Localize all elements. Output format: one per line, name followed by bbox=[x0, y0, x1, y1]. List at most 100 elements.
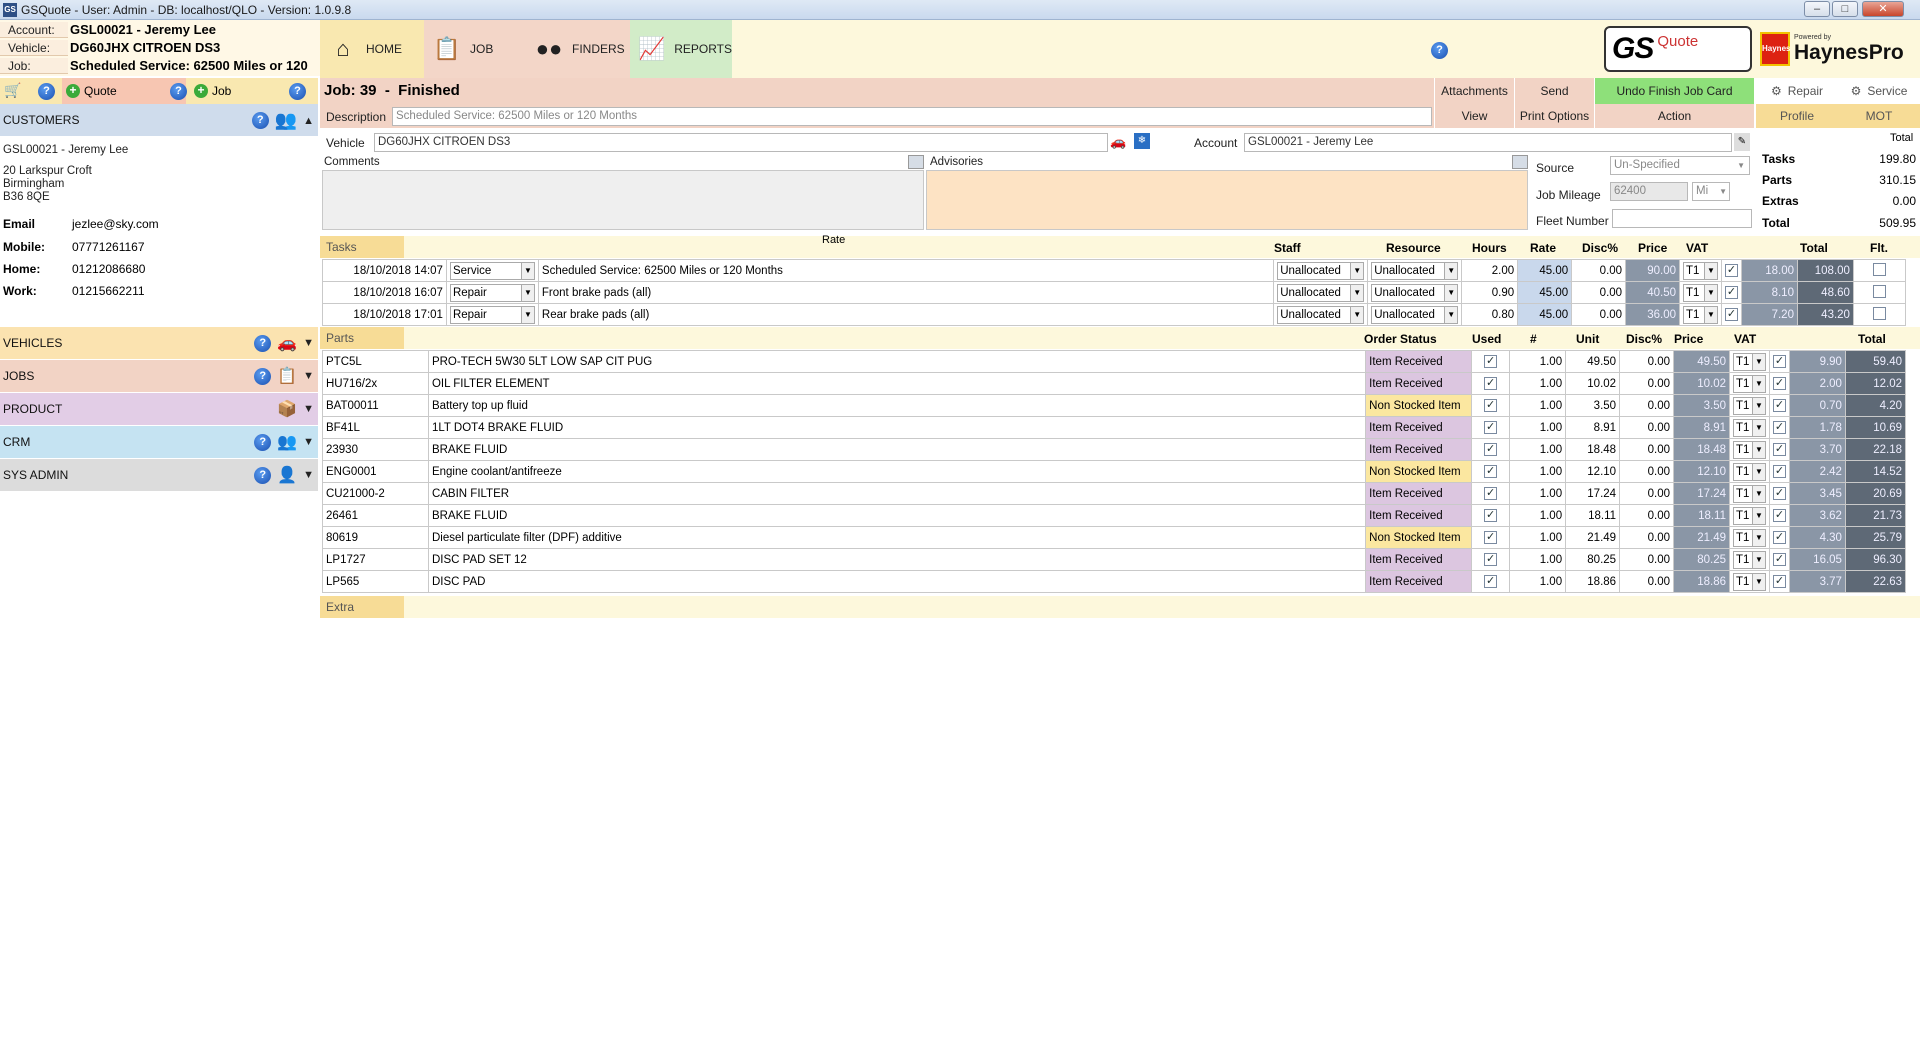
task-vat-select[interactable]: T1 ▼ bbox=[1679, 303, 1723, 326]
nav-job[interactable]: 📋 JOB bbox=[424, 20, 526, 78]
part-code[interactable]: 26461 bbox=[322, 504, 429, 527]
task-staff-select[interactable]: Unallocated ▼ bbox=[1273, 259, 1369, 282]
undo-finish-button[interactable]: Undo Finish Job Card bbox=[1594, 78, 1754, 104]
task-row[interactable]: 18/10/2018 16:07 Repair ▼ Front brake pads … bbox=[322, 281, 1907, 304]
part-code[interactable]: ENG0001 bbox=[322, 460, 429, 483]
crm-help-icon[interactable]: ? bbox=[254, 433, 272, 451]
part-qty[interactable]: 1.00 bbox=[1509, 460, 1567, 483]
part-disc[interactable]: 0.00 bbox=[1619, 526, 1675, 549]
advisories-edit-icon[interactable] bbox=[1512, 155, 1528, 169]
part-code[interactable]: HU716/2x bbox=[322, 372, 429, 395]
task-rate[interactable]: 45.00 bbox=[1517, 303, 1573, 326]
close-button[interactable]: ✕ bbox=[1862, 1, 1904, 17]
part-disc[interactable]: 0.00 bbox=[1619, 394, 1675, 417]
sidebar-sysadmin[interactable]: SYS ADMIN ? 👤 ▼ bbox=[0, 459, 318, 491]
part-qty[interactable]: 1.00 bbox=[1509, 570, 1567, 593]
part-unit[interactable]: 18.48 bbox=[1565, 438, 1621, 461]
part-code[interactable]: BF41L bbox=[322, 416, 429, 439]
part-row[interactable]: LP1727 DISC PAD SET 12 Item Received ✓ 1.00 8… bbox=[322, 548, 1907, 571]
jobs-help-icon[interactable]: ? bbox=[254, 367, 272, 385]
job-help-icon[interactable]: ? bbox=[289, 83, 306, 100]
part-row[interactable]: 26461 BRAKE FLUID Item Received ✓ 1.00 18.11 0… bbox=[322, 504, 1907, 527]
part-used-checkbox[interactable]: ✓ bbox=[1471, 460, 1511, 483]
task-vat-checkbox[interactable]: ✓ bbox=[1721, 281, 1743, 304]
part-vat-checkbox[interactable]: ✓ bbox=[1768, 504, 1790, 527]
vehicle-search-icon[interactable]: ❄ bbox=[1134, 133, 1150, 149]
part-unit[interactable]: 17.24 bbox=[1565, 482, 1621, 505]
collapse-icon[interactable]: ▲ bbox=[303, 115, 314, 127]
task-flt-checkbox[interactable] bbox=[1852, 281, 1907, 304]
part-disc[interactable]: 0.00 bbox=[1619, 350, 1675, 373]
part-description[interactable]: Battery top up fluid bbox=[427, 394, 1367, 417]
help-icon[interactable]: ? bbox=[1431, 42, 1448, 59]
part-qty[interactable]: 1.00 bbox=[1509, 438, 1567, 461]
view-button[interactable]: View bbox=[1434, 104, 1514, 128]
quote-button[interactable]: + Quote bbox=[62, 78, 186, 104]
part-disc[interactable]: 0.00 bbox=[1619, 482, 1675, 505]
part-row[interactable]: ENG0001 Engine coolant/antifreeze Non Stoc… bbox=[322, 460, 1907, 483]
task-description[interactable]: Front brake pads (all) bbox=[537, 281, 1275, 304]
nav-finders[interactable]: ●● FINDERS bbox=[526, 20, 630, 78]
part-used-checkbox[interactable]: ✓ bbox=[1471, 372, 1511, 395]
comments-textarea[interactable] bbox=[322, 170, 924, 230]
description-input[interactable]: Scheduled Service: 62500 Miles or 120 Mo… bbox=[392, 107, 1432, 126]
task-hours[interactable]: 0.90 bbox=[1461, 281, 1519, 304]
service-tab[interactable]: ⚙ Service bbox=[1838, 78, 1920, 104]
part-used-checkbox[interactable]: ✓ bbox=[1471, 482, 1511, 505]
task-vat-select[interactable]: T1 ▼ bbox=[1679, 259, 1723, 282]
part-vat-select[interactable]: T1 ▼ bbox=[1729, 372, 1770, 395]
task-vat-checkbox[interactable]: ✓ bbox=[1721, 303, 1743, 326]
toolbar-help-icon[interactable]: ? bbox=[38, 83, 55, 100]
comments-edit-icon[interactable] bbox=[908, 155, 924, 169]
part-qty[interactable]: 1.00 bbox=[1509, 482, 1567, 505]
part-used-checkbox[interactable]: ✓ bbox=[1471, 350, 1511, 373]
task-type-select[interactable]: Repair ▼ bbox=[445, 303, 539, 326]
action-button[interactable]: Action bbox=[1594, 104, 1754, 128]
part-row[interactable]: BAT00011 Battery top up fluid Non Stocked … bbox=[322, 394, 1907, 417]
part-vat-select[interactable]: T1 ▼ bbox=[1729, 482, 1770, 505]
part-unit[interactable]: 10.02 bbox=[1565, 372, 1621, 395]
part-vat-select[interactable]: T1 ▼ bbox=[1729, 460, 1770, 483]
nav-reports[interactable]: 📈 REPORTS bbox=[630, 20, 732, 78]
vehicles-help-icon[interactable]: ? bbox=[254, 334, 272, 352]
attachments-button[interactable]: Attachments bbox=[1434, 78, 1514, 104]
account-input[interactable]: GSL00021 - Jeremy Lee bbox=[1244, 133, 1732, 152]
part-vat-checkbox[interactable]: ✓ bbox=[1768, 526, 1790, 549]
part-code[interactable]: BAT00011 bbox=[322, 394, 429, 417]
repair-tab[interactable]: ⚙ Repair bbox=[1756, 78, 1838, 104]
part-row[interactable]: BF41L 1LT DOT4 BRAKE FLUID Item Received ✓ 1… bbox=[322, 416, 1907, 439]
part-qty[interactable]: 1.00 bbox=[1509, 350, 1567, 373]
part-used-checkbox[interactable]: ✓ bbox=[1471, 394, 1511, 417]
part-code[interactable]: LP565 bbox=[322, 570, 429, 593]
part-qty[interactable]: 1.00 bbox=[1509, 526, 1567, 549]
part-unit[interactable]: 18.11 bbox=[1565, 504, 1621, 527]
part-description[interactable]: CABIN FILTER bbox=[427, 482, 1367, 505]
sidebar-vehicles[interactable]: VEHICLES ? 🚗 ▼ bbox=[0, 327, 318, 359]
part-disc[interactable]: 0.00 bbox=[1619, 570, 1675, 593]
cart-icon[interactable]: 🛒 bbox=[4, 82, 21, 99]
sidebar-jobs[interactable]: JOBS ? 📋 ▼ bbox=[0, 360, 318, 392]
quote-help-icon[interactable]: ? bbox=[170, 83, 187, 100]
part-unit[interactable]: 21.49 bbox=[1565, 526, 1621, 549]
task-disc[interactable]: 0.00 bbox=[1571, 281, 1627, 304]
part-disc[interactable]: 0.00 bbox=[1619, 460, 1675, 483]
nav-home[interactable]: ⌂ HOME bbox=[320, 20, 424, 78]
part-vat-checkbox[interactable]: ✓ bbox=[1768, 460, 1790, 483]
task-row[interactable]: 18/10/2018 14:07 Service ▼ Scheduled Servic… bbox=[322, 259, 1907, 282]
sidebar-crm[interactable]: CRM ? 👥 ▼ bbox=[0, 426, 318, 458]
mileage-input[interactable]: 62400 bbox=[1610, 182, 1688, 201]
part-used-checkbox[interactable]: ✓ bbox=[1471, 504, 1511, 527]
part-vat-checkbox[interactable]: ✓ bbox=[1768, 570, 1790, 593]
task-description[interactable]: Scheduled Service: 62500 Miles or 120 Mo… bbox=[537, 259, 1275, 282]
part-description[interactable]: PRO-TECH 5W30 5LT LOW SAP CIT PUG bbox=[427, 350, 1367, 373]
part-disc[interactable]: 0.00 bbox=[1619, 504, 1675, 527]
email-value[interactable]: jezlee@sky.com bbox=[72, 217, 159, 231]
task-disc[interactable]: 0.00 bbox=[1571, 259, 1627, 282]
part-vat-checkbox[interactable]: ✓ bbox=[1768, 394, 1790, 417]
part-vat-checkbox[interactable]: ✓ bbox=[1768, 416, 1790, 439]
part-vat-checkbox[interactable]: ✓ bbox=[1768, 482, 1790, 505]
task-flt-checkbox[interactable] bbox=[1852, 303, 1907, 326]
part-vat-checkbox[interactable]: ✓ bbox=[1768, 548, 1790, 571]
task-hours[interactable]: 0.80 bbox=[1461, 303, 1519, 326]
task-staff-select[interactable]: Unallocated ▼ bbox=[1273, 303, 1369, 326]
